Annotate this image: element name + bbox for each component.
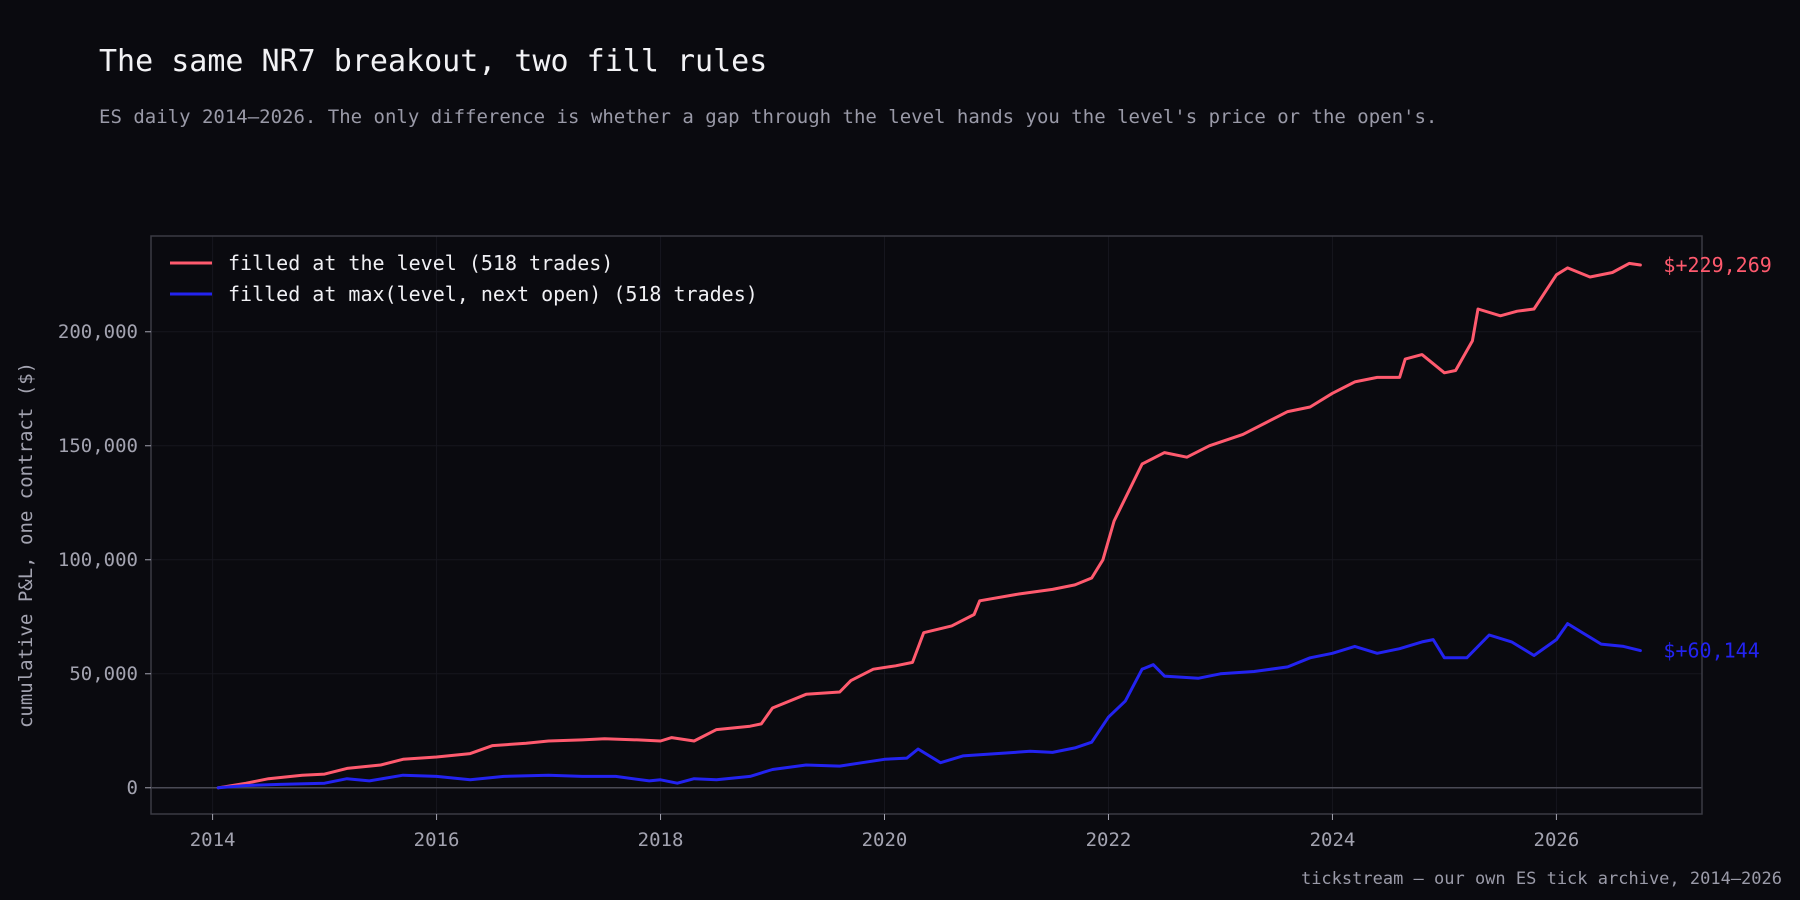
- end-labels: $+229,269 $+60,144: [1663, 253, 1771, 663]
- y-tick-label: 50,000: [69, 663, 138, 685]
- x-axis: 2014 2016 2018 2020 2022 2024 2026: [190, 814, 1580, 851]
- grid-layer: [151, 236, 1702, 814]
- y-axis-label: cumulative P&L, one contract ($): [15, 362, 37, 728]
- y-tick-label: 150,000: [58, 435, 138, 457]
- series-line-1: [216, 261, 1642, 790]
- y-tick-label: 100,000: [58, 549, 138, 571]
- series-line-2: [216, 622, 1642, 790]
- y-tick-label: 0: [127, 777, 138, 799]
- end-value-label-2: $+60,144: [1663, 639, 1759, 663]
- plot-frame: [150, 235, 1703, 815]
- y-tick-label: 200,000: [58, 321, 138, 343]
- legend: filled at the level (518 trades) filled a…: [170, 251, 758, 306]
- y-axis: 0 50,000 100,000 150,000 200,000: [58, 321, 151, 799]
- x-tick-label: 2020: [862, 829, 908, 851]
- x-tick-label: 2022: [1086, 829, 1132, 851]
- x-tick-label: 2016: [414, 829, 460, 851]
- series-layer: [216, 261, 1642, 790]
- legend-label-1: filled at the level (518 trades): [228, 251, 613, 275]
- end-value-label-1: $+229,269: [1663, 253, 1771, 277]
- x-tick-label: 2014: [190, 829, 236, 851]
- chart-canvas: 2014 2016 2018 2020 2022 2024 2026 0 50,000 100,…: [15, 235, 1772, 851]
- x-tick-label: 2018: [638, 829, 684, 851]
- x-tick-label: 2024: [1310, 829, 1356, 851]
- x-tick-label: 2026: [1534, 829, 1580, 851]
- legend-label-2: filled at max(level, next open) (518 tra…: [228, 282, 758, 306]
